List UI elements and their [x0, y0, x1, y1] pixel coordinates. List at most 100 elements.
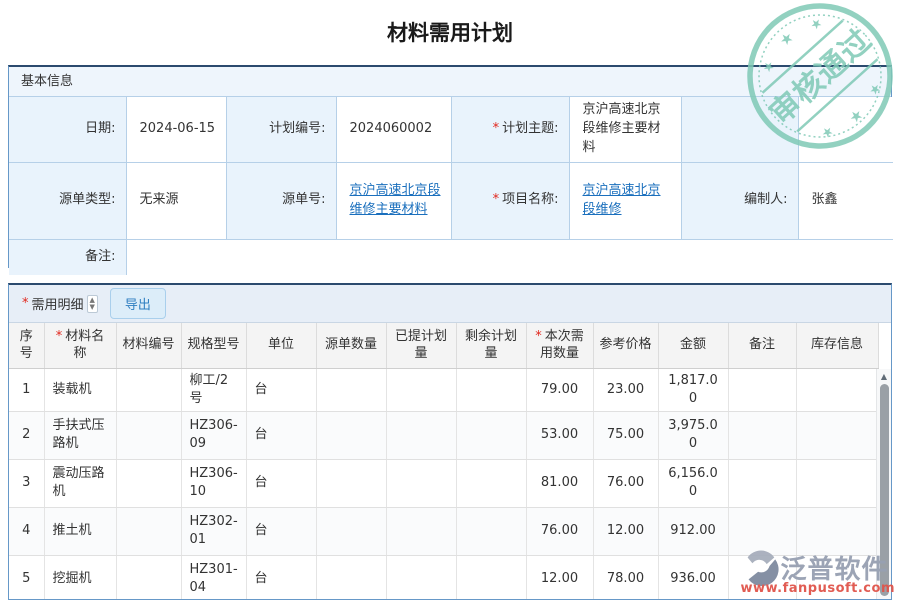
cell-note: [728, 411, 796, 459]
cell-unit: 台: [246, 459, 316, 507]
cell-source-qty: [316, 459, 386, 507]
cell-amount: 936.00: [658, 555, 728, 600]
cell-source-qty: [316, 368, 386, 411]
detail-section-bar: * 需用明细 ▲ ▼ 导出: [9, 285, 891, 323]
cell-seq: 3: [9, 459, 44, 507]
plan-no-label: 计划编号:: [226, 97, 336, 162]
cell-seq: 1: [9, 368, 44, 411]
cell-needed-qty: 81.00: [526, 459, 593, 507]
cell-stock-info: [796, 507, 878, 555]
source-type-value: 无来源: [126, 162, 226, 239]
cell-needed-qty: 76.00: [526, 507, 593, 555]
subject-value: 京沪高速北京段维修主要材料: [569, 97, 681, 162]
required-asterisk: *: [493, 192, 500, 207]
cell-name: 震动压路机: [44, 459, 116, 507]
cell-ref-price: 75.00: [593, 411, 658, 459]
cell-name: 装载机: [44, 368, 116, 411]
col-needed-qty: *本次需用数量: [526, 323, 593, 368]
project-value: 京沪高速北京段维修: [569, 162, 681, 239]
cell-stock-info: [796, 459, 878, 507]
vertical-scrollbar[interactable]: ▲: [876, 369, 891, 599]
col-amount: 金额: [658, 323, 728, 368]
page-title: 材料需用计划: [0, 0, 900, 65]
detail-section: * 需用明细 ▲ ▼ 导出 序号 *材料名称 材料编号 规格型号 单位 源单数量…: [8, 283, 892, 600]
cell-unit: 台: [246, 411, 316, 459]
cell-submitted-qty: [386, 507, 456, 555]
cell-name: 推土机: [44, 507, 116, 555]
col-seq: 序号: [9, 323, 44, 368]
author-label: 编制人:: [681, 162, 798, 239]
table-row: 2 手扶式压路机 HZ306-09 台 53.00 75.00 3,975.00: [9, 411, 878, 459]
table-row: 5 挖掘机 HZ301-04 台 12.00 78.00 936.00: [9, 555, 878, 600]
export-button[interactable]: 导出: [110, 288, 166, 319]
cell-stock-info: [796, 555, 878, 600]
cell-amount: 1,817.00: [658, 368, 728, 411]
author-value: 张鑫: [798, 162, 893, 239]
cell-remaining-qty: [456, 368, 526, 411]
cell-submitted-qty: [386, 368, 456, 411]
cell-code: [116, 411, 181, 459]
cell-name: 挖掘机: [44, 555, 116, 600]
cell-source-qty: [316, 555, 386, 600]
date-label: 日期:: [9, 97, 126, 162]
cell-code: [116, 368, 181, 411]
sort-down-icon: ▼: [90, 304, 95, 311]
cell-submitted-qty: [386, 555, 456, 600]
source-no-label: 源单号:: [226, 162, 336, 239]
table-row: 4 推土机 HZ302-01 台 76.00 12.00 912.00: [9, 507, 878, 555]
cell-seq: 4: [9, 507, 44, 555]
sort-stepper-icon[interactable]: ▲ ▼: [87, 295, 98, 313]
cell-code: [116, 507, 181, 555]
required-asterisk: *: [56, 329, 63, 344]
scroll-up-arrow-icon[interactable]: ▲: [877, 369, 891, 383]
source-no-link[interactable]: 京沪高速北京段维修主要材料: [350, 183, 441, 217]
col-source-qty: 源单数量: [316, 323, 386, 368]
col-spec: 规格型号: [181, 323, 246, 368]
required-asterisk: *: [535, 329, 542, 344]
remark-label: 备注:: [9, 239, 126, 275]
scrollbar-thumb[interactable]: [880, 384, 889, 596]
cell-spec: HZ306-09: [181, 411, 246, 459]
col-material-code: 材料编号: [116, 323, 181, 368]
subject-label: *计划主题:: [451, 97, 569, 162]
cell-ref-price: 78.00: [593, 555, 658, 600]
col-submitted-qty: 已提计划量: [386, 323, 456, 368]
cell-spec: HZ302-01: [181, 507, 246, 555]
basic-info-section-title: 基本信息: [9, 67, 891, 97]
col-note: 备注: [728, 323, 796, 368]
col-unit: 单位: [246, 323, 316, 368]
cell-seq: 5: [9, 555, 44, 600]
cell-code: [116, 555, 181, 600]
cell-source-qty: [316, 411, 386, 459]
cell-note: [728, 555, 796, 600]
empty-value-cell: [798, 97, 893, 162]
source-no-value: 京沪高速北京段维修主要材料: [336, 162, 451, 239]
empty-label-cell: [681, 97, 798, 162]
cell-spec: HZ301-04: [181, 555, 246, 600]
basic-info-section: 基本信息 日期: 2024-06-15 计划编号: 2024060002 *计划…: [8, 65, 892, 268]
cell-remaining-qty: [456, 411, 526, 459]
remark-value: [126, 239, 893, 275]
cell-note: [728, 459, 796, 507]
cell-amount: 3,975.00: [658, 411, 728, 459]
cell-unit: 台: [246, 368, 316, 411]
cell-remaining-qty: [456, 507, 526, 555]
cell-submitted-qty: [386, 411, 456, 459]
source-type-label: 源单类型:: [9, 162, 126, 239]
cell-ref-price: 76.00: [593, 459, 658, 507]
cell-name: 手扶式压路机: [44, 411, 116, 459]
col-stock-info: 库存信息: [796, 323, 878, 368]
cell-remaining-qty: [456, 555, 526, 600]
col-ref-price: 参考价格: [593, 323, 658, 368]
detail-section-title: 需用明细: [32, 294, 84, 313]
cell-unit: 台: [246, 555, 316, 600]
cell-spec: HZ306-10: [181, 459, 246, 507]
date-value: 2024-06-15: [126, 97, 226, 162]
project-link[interactable]: 京沪高速北京段维修: [583, 183, 661, 217]
cell-note: [728, 368, 796, 411]
cell-unit: 台: [246, 507, 316, 555]
table-row: 3 震动压路机 HZ306-10 台 81.00 76.00 6,156.00: [9, 459, 878, 507]
cell-code: [116, 459, 181, 507]
detail-header-row: 序号 *材料名称 材料编号 规格型号 单位 源单数量 已提计划量 剩余计划量 *…: [9, 323, 878, 368]
cell-ref-price: 12.00: [593, 507, 658, 555]
